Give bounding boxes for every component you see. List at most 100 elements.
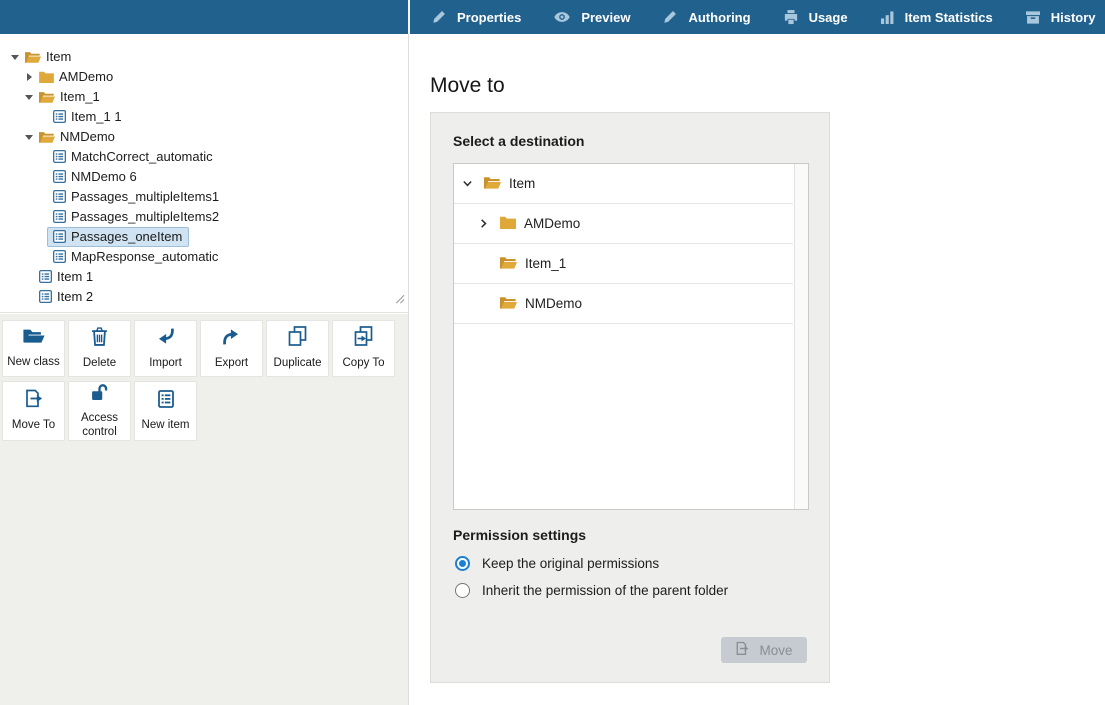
tree-node-passages-oneitem-selected[interactable]: Passages_oneItem [0, 227, 408, 247]
tab-preview[interactable]: Preview [554, 10, 630, 25]
tree-node-mapresponse[interactable]: MapResponse_automatic [0, 247, 408, 267]
delete-button[interactable]: Delete [68, 320, 131, 377]
tree-node-label: Passages_oneItem [71, 229, 182, 244]
toggle-spacer [36, 250, 50, 264]
collapse-toggle-icon[interactable] [8, 50, 22, 64]
tree-node-passages-multipleitems2[interactable]: Passages_multipleItems2 [0, 207, 408, 227]
left-right-divider [408, 34, 409, 705]
tree-node-label: Passages_multipleItems1 [71, 189, 219, 204]
button-label: Delete [83, 357, 116, 370]
radio-inherit-permissions[interactable]: Inherit the permission of the parent fol… [455, 583, 728, 598]
tree-node-item-1-root[interactable]: Item 1 [0, 267, 408, 287]
dest-node-nmdemo[interactable]: NMDemo [454, 284, 793, 324]
tree-node-nmdemo-6[interactable]: NMDemo 6 [0, 167, 408, 187]
new-item-button[interactable]: New item [134, 381, 197, 441]
duplicate-icon [288, 326, 307, 351]
move-to-panel: Select a destination Item [430, 112, 830, 683]
radio-keep-permissions[interactable]: Keep the original permissions [455, 556, 659, 571]
trash-icon [91, 327, 108, 351]
printer-icon [784, 10, 798, 25]
copy-to-icon [354, 326, 373, 351]
tree-resize-handle-icon[interactable] [394, 291, 405, 309]
tab-authoring[interactable]: Authoring [663, 10, 750, 25]
tree-node-passages-multipleitems1[interactable]: Passages_multipleItems1 [0, 187, 408, 207]
scrollbar-track[interactable] [794, 164, 808, 509]
radio-unselected-icon[interactable] [455, 583, 470, 598]
item-icon [53, 210, 66, 223]
folder-open-icon [484, 176, 501, 192]
toggle-spacer [36, 150, 50, 164]
folder-open-icon [39, 91, 55, 103]
pencil-icon [432, 10, 446, 24]
radio-selected-icon[interactable] [455, 556, 470, 571]
tree-node-label: MatchCorrect_automatic [71, 149, 213, 164]
dest-node-label: NMDemo [525, 296, 582, 311]
new-class-button[interactable]: New class [2, 320, 65, 377]
duplicate-button[interactable]: Duplicate [266, 320, 329, 377]
library-tree-panel: Item AMDemo Item_1 Item_1 1 NMDemo [0, 34, 408, 313]
tree-node-item-1-1[interactable]: Item_1 1 [0, 107, 408, 127]
chevron-down-icon[interactable] [462, 178, 484, 189]
button-label: Copy To [343, 357, 385, 370]
copy-to-button[interactable]: Copy To [332, 320, 395, 377]
unlock-icon [91, 383, 108, 406]
tree-node-amdemo[interactable]: AMDemo [0, 67, 408, 87]
tab-item-statistics[interactable]: Item Statistics [881, 10, 993, 25]
item-icon [53, 230, 66, 243]
chevron-right-icon[interactable] [478, 218, 500, 229]
dest-node-item-1[interactable]: Item_1 [454, 244, 793, 284]
destination-heading: Select a destination [453, 133, 584, 149]
collapse-toggle-icon[interactable] [22, 130, 36, 144]
tree-node-label: Item 2 [57, 289, 93, 304]
item-icon [39, 290, 52, 303]
tab-properties[interactable]: Properties [432, 10, 521, 25]
move-button[interactable]: Move [721, 637, 807, 663]
folder-closed-icon [39, 71, 54, 83]
toggle-spacer [36, 110, 50, 124]
tree-node-matchcorrect[interactable]: MatchCorrect_automatic [0, 147, 408, 167]
toggle-spacer [36, 170, 50, 184]
tree-node-label: AMDemo [59, 69, 113, 84]
tree-node-item[interactable]: Item [0, 47, 408, 67]
export-button[interactable]: Export [200, 320, 263, 377]
item-icon [158, 390, 174, 413]
tab-usage[interactable]: Usage [784, 10, 848, 25]
tab-label: Item Statistics [905, 10, 993, 25]
tab-label: Properties [457, 10, 521, 25]
folder-open-icon [22, 327, 46, 350]
pencil-icon [663, 10, 677, 24]
top-tabs: Properties Preview Authoring Usage [410, 0, 1105, 34]
item-icon [53, 250, 66, 263]
toggle-spacer [36, 210, 50, 224]
tab-history[interactable]: History [1026, 10, 1096, 25]
collapse-toggle-icon[interactable] [22, 90, 36, 104]
top-navigation-bar: Properties Preview Authoring Usage [0, 0, 1105, 34]
item-icon [53, 170, 66, 183]
toggle-spacer [22, 290, 36, 304]
item-icon [53, 150, 66, 163]
button-label: Duplicate [274, 357, 322, 370]
radio-label: Keep the original permissions [482, 556, 659, 571]
item-icon [53, 190, 66, 203]
tab-label: Usage [809, 10, 848, 25]
move-to-button[interactable]: Move To [2, 381, 65, 441]
tree-node-item-2[interactable]: Item 2 [0, 287, 408, 307]
expand-toggle-icon[interactable] [22, 70, 36, 84]
button-label: Move To [12, 419, 55, 432]
bar-chart-icon [881, 11, 894, 24]
export-arrow-icon [222, 327, 241, 351]
destination-tree: Item AMDemo Item_1 [453, 163, 809, 510]
tree-node-label: Item_1 1 [71, 109, 122, 124]
tree-node-nmdemo[interactable]: NMDemo [0, 127, 408, 147]
dest-node-label: Item [509, 176, 535, 191]
import-button[interactable]: Import [134, 320, 197, 377]
dest-node-item[interactable]: Item [454, 164, 793, 204]
import-arrow-icon [156, 327, 175, 351]
tree-node-label: Item [46, 49, 71, 64]
dest-node-amdemo[interactable]: AMDemo [454, 204, 793, 244]
tree-node-item-1[interactable]: Item_1 [0, 87, 408, 107]
app-window: Properties Preview Authoring Usage [0, 0, 1105, 705]
action-toolbar: New class Delete Import Export [0, 314, 408, 705]
dest-node-label: AMDemo [524, 216, 580, 231]
access-control-button[interactable]: Access control [68, 381, 131, 441]
